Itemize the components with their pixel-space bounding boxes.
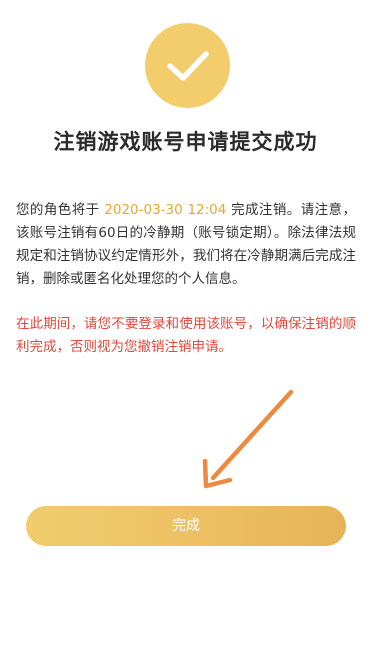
cancellation-notice: 您的角色将于 2020-03-30 12:04 完成注销。请注意，该账号注销有6…	[16, 199, 356, 291]
success-badge	[145, 23, 230, 108]
cancellation-date: 2020-03-30 12:04	[104, 202, 227, 218]
page-title: 注销游戏账号申请提交成功	[53, 130, 318, 154]
checkmark-icon	[166, 50, 209, 81]
done-button[interactable]: 完成	[26, 506, 346, 546]
cancellation-success-page: 注销游戏账号申请提交成功 您的角色将于 2020-03-30 12:04 完成注…	[0, 0, 371, 657]
notice-text-start: 您的角色将于	[16, 202, 105, 218]
warning-text: 在此期间，请您不要登录和使用该账号，以确保注销的顺利完成，否则视为您撤销注销申请…	[16, 316, 356, 355]
